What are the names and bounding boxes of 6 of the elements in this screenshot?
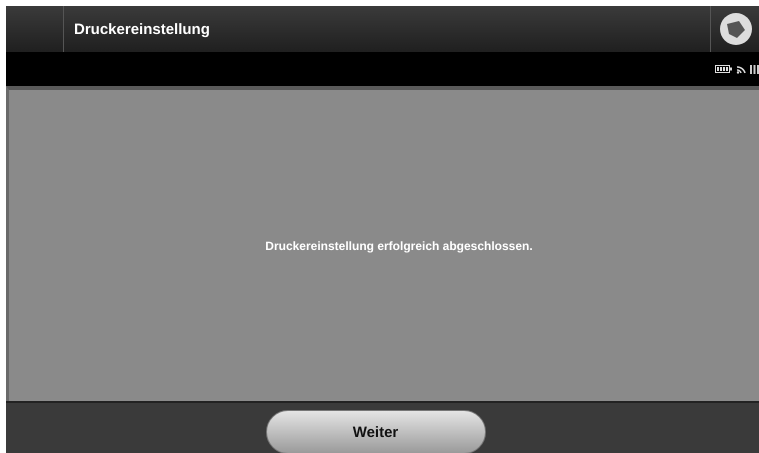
success-message: Druckereinstellung erfolgreich abgeschlossen. (265, 238, 533, 252)
signal-icon (750, 64, 759, 74)
battery-icon (715, 65, 732, 73)
wifi-icon (736, 64, 746, 74)
window-title: Druckereinstellung (73, 20, 211, 40)
continue-button[interactable]: Weiter (266, 410, 486, 453)
